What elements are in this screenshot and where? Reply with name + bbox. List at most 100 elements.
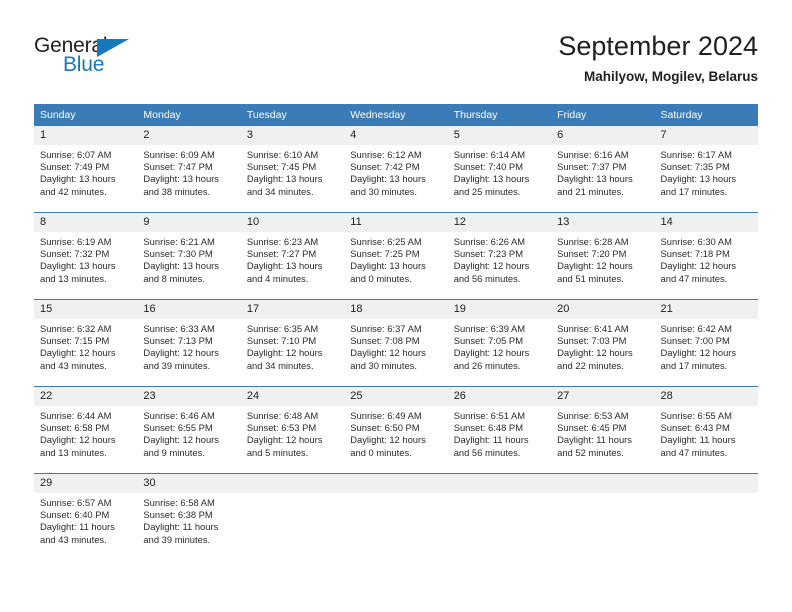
calendar-day-cell[interactable]: 5 Sunrise: 6:14 AM Sunset: 7:40 PM Dayli… bbox=[447, 126, 552, 213]
day-number bbox=[447, 474, 552, 493]
day-details: Sunrise: 6:51 AM Sunset: 6:48 PM Dayligh… bbox=[448, 406, 551, 459]
calendar-day-cell[interactable]: 1 Sunrise: 6:07 AM Sunset: 7:49 PM Dayli… bbox=[34, 126, 138, 213]
calendar-day-cell[interactable]: 6 Sunrise: 6:16 AM Sunset: 7:37 PM Dayli… bbox=[551, 126, 655, 213]
sunset-text: Sunset: 6:55 PM bbox=[143, 422, 213, 434]
calendar-day-cell[interactable]: 17 Sunrise: 6:35 AM Sunset: 7:10 PM Dayl… bbox=[240, 299, 345, 387]
sunset-text: Sunset: 7:23 PM bbox=[453, 248, 523, 260]
sunrise-text: Sunrise: 6:14 AM bbox=[453, 149, 526, 160]
calendar-day-cell[interactable]: 2 Sunrise: 6:09 AM Sunset: 7:47 PM Dayli… bbox=[137, 126, 241, 213]
day-number: 26 bbox=[447, 387, 552, 406]
day-number: 25 bbox=[344, 387, 448, 406]
calendar-day-cell[interactable]: 30 Sunrise: 6:58 AM Sunset: 6:38 PM Dayl… bbox=[137, 473, 241, 560]
day-details: Sunrise: 6:28 AM Sunset: 7:20 PM Dayligh… bbox=[551, 232, 654, 285]
sunrise-text: Sunrise: 6:53 AM bbox=[557, 410, 629, 421]
calendar-day-cell[interactable]: 25 Sunrise: 6:49 AM Sunset: 6:50 PM Dayl… bbox=[344, 386, 448, 474]
daylight-text-line1: Daylight: 13 hours bbox=[143, 173, 219, 185]
calendar-day-cell[interactable]: 18 Sunrise: 6:37 AM Sunset: 7:08 PM Dayl… bbox=[344, 299, 448, 387]
sunrise-text: Sunrise: 6:12 AM bbox=[350, 149, 422, 160]
sunset-text: Sunset: 6:40 PM bbox=[40, 509, 110, 521]
day-details: Sunrise: 6:21 AM Sunset: 7:30 PM Dayligh… bbox=[137, 232, 240, 285]
sunrise-text: Sunrise: 6:21 AM bbox=[143, 236, 215, 247]
calendar-day-cell[interactable]: 14 Sunrise: 6:30 AM Sunset: 7:18 PM Dayl… bbox=[654, 212, 758, 300]
daylight-text-line1: Daylight: 12 hours bbox=[660, 260, 737, 272]
calendar-day-cell[interactable]: 19 Sunrise: 6:39 AM Sunset: 7:05 PM Dayl… bbox=[447, 299, 552, 387]
day-details: Sunrise: 6:25 AM Sunset: 7:25 PM Dayligh… bbox=[344, 232, 447, 285]
calendar-day-cell-empty bbox=[551, 473, 655, 560]
calendar-day-cell[interactable]: 23 Sunrise: 6:46 AM Sunset: 6:55 PM Dayl… bbox=[137, 386, 241, 474]
day-details: Sunrise: 6:09 AM Sunset: 7:47 PM Dayligh… bbox=[137, 145, 240, 198]
daylight-text-line1: Daylight: 13 hours bbox=[660, 173, 737, 185]
day-number: 6 bbox=[551, 126, 655, 145]
calendar-day-cell[interactable]: 29 Sunrise: 6:57 AM Sunset: 6:40 PM Dayl… bbox=[34, 473, 138, 560]
general-blue-logo[interactable]: General Blue bbox=[34, 34, 154, 86]
sunset-text: Sunset: 7:47 PM bbox=[143, 161, 213, 173]
sunset-text: Sunset: 6:43 PM bbox=[660, 422, 730, 434]
calendar-day-cell[interactable]: 15 Sunrise: 6:32 AM Sunset: 7:15 PM Dayl… bbox=[34, 299, 138, 387]
day-details: Sunrise: 6:42 AM Sunset: 7:00 PM Dayligh… bbox=[655, 319, 758, 372]
calendar-day-cell[interactable]: 11 Sunrise: 6:25 AM Sunset: 7:25 PM Dayl… bbox=[344, 212, 448, 300]
calendar-day-cell[interactable]: 20 Sunrise: 6:41 AM Sunset: 7:03 PM Dayl… bbox=[551, 299, 655, 387]
weekday-header-tuesday: Tuesday bbox=[240, 104, 345, 126]
day-details: Sunrise: 6:26 AM Sunset: 7:23 PM Dayligh… bbox=[448, 232, 551, 285]
sunset-text: Sunset: 7:15 PM bbox=[40, 335, 110, 347]
calendar-day-cell[interactable]: 26 Sunrise: 6:51 AM Sunset: 6:48 PM Dayl… bbox=[447, 386, 552, 474]
sunrise-text: Sunrise: 6:41 AM bbox=[557, 323, 629, 334]
calendar-day-cell[interactable]: 27 Sunrise: 6:53 AM Sunset: 6:45 PM Dayl… bbox=[551, 386, 655, 474]
day-number: 21 bbox=[654, 300, 758, 319]
calendar-day-cell[interactable]: 10 Sunrise: 6:23 AM Sunset: 7:27 PM Dayl… bbox=[240, 212, 345, 300]
sunrise-text: Sunrise: 6:35 AM bbox=[246, 323, 319, 334]
calendar-day-cell[interactable]: 13 Sunrise: 6:28 AM Sunset: 7:20 PM Dayl… bbox=[551, 212, 655, 300]
calendar-day-cell[interactable]: 3 Sunrise: 6:10 AM Sunset: 7:45 PM Dayli… bbox=[240, 126, 345, 213]
daylight-text-line1: Daylight: 12 hours bbox=[40, 434, 116, 446]
sunset-text: Sunset: 7:30 PM bbox=[143, 248, 213, 260]
calendar-day-cell-empty bbox=[344, 473, 448, 560]
sunset-text: Sunset: 6:53 PM bbox=[246, 422, 317, 434]
calendar-day-cell[interactable]: 12 Sunrise: 6:26 AM Sunset: 7:23 PM Dayl… bbox=[447, 212, 552, 300]
daylight-text-line2: and 9 minutes. bbox=[143, 446, 205, 458]
daylight-text-line1: Daylight: 13 hours bbox=[557, 173, 633, 185]
calendar-day-cell[interactable]: 28 Sunrise: 6:55 AM Sunset: 6:43 PM Dayl… bbox=[654, 386, 758, 474]
daylight-text-line2: and 47 minutes. bbox=[660, 446, 728, 458]
sunset-text: Sunset: 7:27 PM bbox=[246, 248, 317, 260]
daylight-text-line1: Daylight: 11 hours bbox=[660, 434, 736, 446]
day-details: Sunrise: 6:55 AM Sunset: 6:43 PM Dayligh… bbox=[655, 406, 758, 459]
sunrise-text: Sunrise: 6:28 AM bbox=[557, 236, 629, 247]
calendar-week-row: 1 Sunrise: 6:07 AM Sunset: 7:49 PM Dayli… bbox=[34, 126, 758, 213]
sunset-text: Sunset: 7:13 PM bbox=[143, 335, 213, 347]
daylight-text-line2: and 8 minutes. bbox=[143, 272, 205, 284]
daylight-text-line1: Daylight: 13 hours bbox=[453, 173, 530, 185]
daylight-text-line1: Daylight: 12 hours bbox=[557, 347, 633, 359]
day-number: 20 bbox=[551, 300, 655, 319]
daylight-text-line2: and 13 minutes. bbox=[40, 272, 107, 284]
calendar-day-cell[interactable]: 21 Sunrise: 6:42 AM Sunset: 7:00 PM Dayl… bbox=[654, 299, 758, 387]
calendar-day-cell[interactable]: 16 Sunrise: 6:33 AM Sunset: 7:13 PM Dayl… bbox=[137, 299, 241, 387]
calendar-day-cell[interactable]: 22 Sunrise: 6:44 AM Sunset: 6:58 PM Dayl… bbox=[34, 386, 138, 474]
calendar-day-cell[interactable]: 4 Sunrise: 6:12 AM Sunset: 7:42 PM Dayli… bbox=[344, 126, 448, 213]
sunset-text: Sunset: 6:58 PM bbox=[40, 422, 110, 434]
day-number: 8 bbox=[34, 213, 138, 232]
sunset-text: Sunset: 7:45 PM bbox=[246, 161, 317, 173]
sunset-text: Sunset: 6:45 PM bbox=[557, 422, 627, 434]
calendar-day-cell-empty bbox=[654, 473, 758, 560]
daylight-text-line1: Daylight: 13 hours bbox=[40, 173, 116, 185]
calendar-day-cell[interactable]: 7 Sunrise: 6:17 AM Sunset: 7:35 PM Dayli… bbox=[654, 126, 758, 213]
day-number: 15 bbox=[34, 300, 138, 319]
day-number: 27 bbox=[551, 387, 655, 406]
daylight-text-line1: Daylight: 12 hours bbox=[143, 434, 219, 446]
sunrise-text: Sunrise: 6:07 AM bbox=[40, 149, 112, 160]
daylight-text-line2: and 34 minutes. bbox=[246, 185, 314, 197]
day-number bbox=[344, 474, 448, 493]
sunset-text: Sunset: 7:49 PM bbox=[40, 161, 110, 173]
day-number: 9 bbox=[137, 213, 241, 232]
calendar-day-cell[interactable]: 24 Sunrise: 6:48 AM Sunset: 6:53 PM Dayl… bbox=[240, 386, 345, 474]
daylight-text-line2: and 17 minutes. bbox=[660, 185, 728, 197]
sunset-text: Sunset: 7:35 PM bbox=[660, 161, 730, 173]
calendar-day-cell[interactable]: 9 Sunrise: 6:21 AM Sunset: 7:30 PM Dayli… bbox=[137, 212, 241, 300]
day-details: Sunrise: 6:14 AM Sunset: 7:40 PM Dayligh… bbox=[448, 145, 551, 198]
calendar-day-cell[interactable]: 8 Sunrise: 6:19 AM Sunset: 7:32 PM Dayli… bbox=[34, 212, 138, 300]
sunrise-text: Sunrise: 6:57 AM bbox=[40, 497, 112, 508]
sunset-text: Sunset: 6:48 PM bbox=[453, 422, 523, 434]
calendar-day-cell-empty bbox=[447, 473, 552, 560]
day-details: Sunrise: 6:35 AM Sunset: 7:10 PM Dayligh… bbox=[241, 319, 344, 372]
sunrise-text: Sunrise: 6:30 AM bbox=[660, 236, 732, 247]
